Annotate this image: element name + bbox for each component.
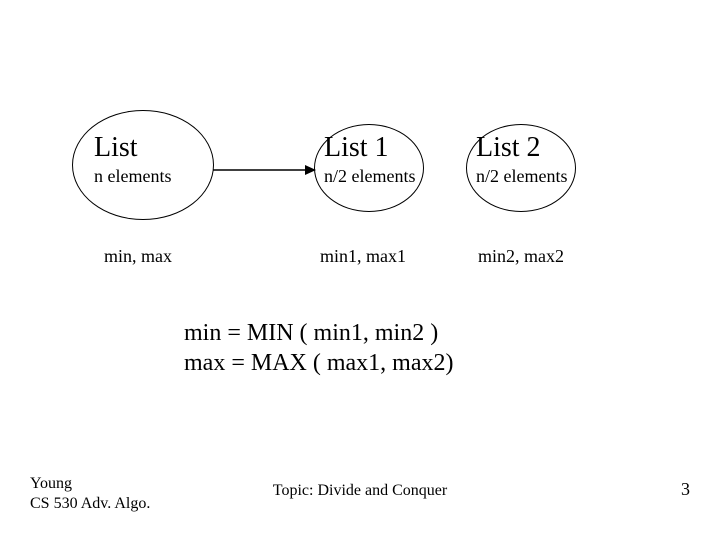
list2-sub: n/2 elements: [476, 166, 567, 187]
footer-topic: Topic: Divide and Conquer: [0, 482, 720, 500]
list-sub: n elements: [94, 166, 171, 187]
list-result: min, max: [104, 246, 172, 267]
equation-max: max = MAX ( max1, max2): [184, 350, 453, 377]
list1-result: min1, max1: [320, 246, 406, 267]
list1-title: List 1: [324, 132, 389, 164]
arrow-split: [213, 160, 316, 180]
list1-sub: n/2 elements: [324, 166, 415, 187]
slide: List n elements List 1 n/2 elements List…: [0, 0, 720, 540]
equation-min: min = MIN ( min1, min2 ): [184, 320, 438, 347]
list2-title: List 2: [476, 132, 541, 164]
ellipse-list: [72, 110, 214, 220]
list2-result: min2, max2: [478, 246, 564, 267]
list-title: List: [94, 132, 138, 164]
page-number: 3: [681, 479, 690, 500]
